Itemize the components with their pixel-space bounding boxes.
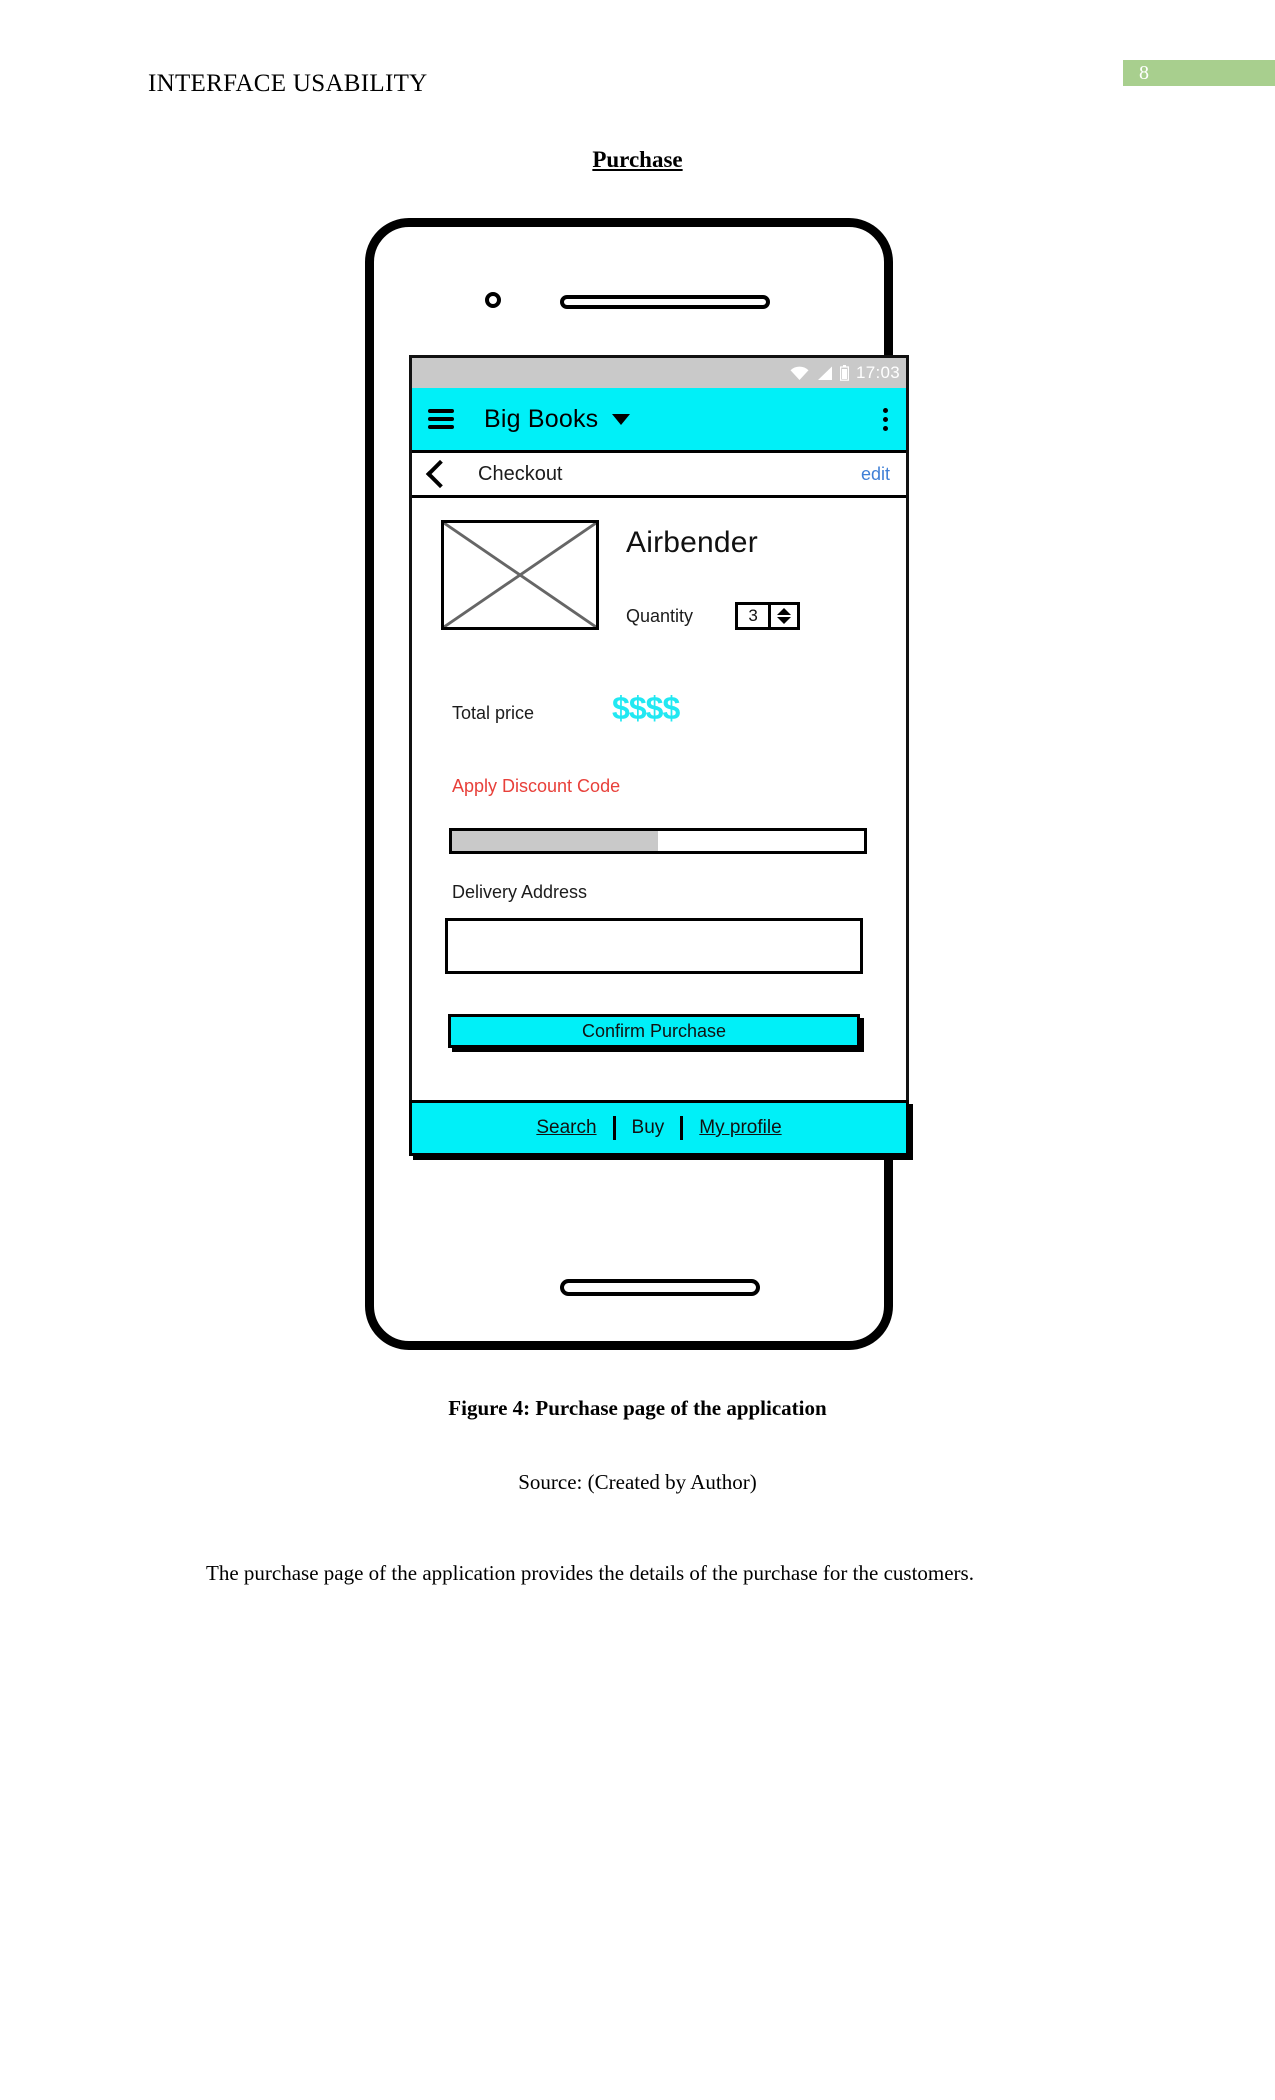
discount-input-fill bbox=[452, 831, 658, 851]
battery-icon bbox=[839, 365, 849, 381]
app-bar: Big Books bbox=[412, 388, 906, 450]
figure-source: Source: (Created by Author) bbox=[518, 1470, 757, 1494]
checkout-title: Checkout bbox=[478, 462, 563, 485]
product-summary: Airbender Quantity 3 bbox=[412, 520, 906, 670]
checkout-sub-bar: Checkout edit bbox=[412, 450, 906, 498]
page-header: INTERFACE USABILITY 8 bbox=[0, 0, 1275, 120]
phone-frame: 17:03 Big Books Checkout edit Airbender … bbox=[365, 218, 909, 1350]
signal-icon bbox=[817, 366, 832, 380]
product-name: Airbender bbox=[626, 526, 758, 559]
body-paragraph: The purchase page of the application pro… bbox=[206, 1561, 974, 1585]
delivery-address-input[interactable] bbox=[445, 918, 863, 974]
page-number: 8 bbox=[1139, 62, 1149, 84]
section-title: Purchase bbox=[592, 147, 683, 172]
total-price-value: $$$$ bbox=[612, 690, 680, 726]
overflow-menu-icon[interactable] bbox=[883, 407, 888, 431]
quantity-stepper-arrows[interactable] bbox=[768, 605, 797, 627]
discount-code-input[interactable] bbox=[449, 828, 867, 854]
nav-item-buy[interactable]: Buy bbox=[616, 1117, 681, 1139]
nav-item-my-profile[interactable]: My profile bbox=[683, 1117, 797, 1139]
delivery-address-label: Delivery Address bbox=[452, 882, 588, 902]
total-price-label: Total price bbox=[452, 703, 535, 723]
arrow-down-icon[interactable] bbox=[777, 617, 792, 624]
quantity-row: Quantity 3 bbox=[626, 602, 801, 630]
front-camera-icon bbox=[485, 292, 501, 308]
wifi-icon bbox=[790, 366, 809, 380]
checkout-content: Airbender Quantity 3 Total price $$$$ Ap… bbox=[409, 498, 909, 1156]
status-bar: 17:03 bbox=[412, 358, 906, 388]
arrow-up-icon[interactable] bbox=[777, 608, 792, 615]
status-bar-icons bbox=[790, 365, 849, 381]
app-bar-title: Big Books bbox=[484, 404, 599, 433]
bottom-navigation-bar: Search Buy My profile bbox=[409, 1100, 909, 1156]
edit-link[interactable]: edit bbox=[861, 464, 890, 485]
phone-mockup-figure: 17:03 Big Books Checkout edit Airbender … bbox=[357, 218, 917, 1358]
chevron-down-icon[interactable] bbox=[612, 413, 631, 425]
home-button[interactable] bbox=[560, 1279, 760, 1296]
running-header-title: INTERFACE USABILITY bbox=[148, 70, 428, 97]
status-bar-clock: 17:03 bbox=[855, 363, 900, 382]
phone-screen: 17:03 Big Books Checkout edit Airbender … bbox=[409, 355, 909, 1156]
back-chevron-icon[interactable] bbox=[425, 459, 455, 489]
confirm-purchase-button[interactable]: Confirm Purchase bbox=[448, 1014, 860, 1048]
figure-caption: Figure 4: Purchase page of the applicati… bbox=[448, 1396, 827, 1420]
quantity-stepper[interactable]: 3 bbox=[735, 602, 801, 630]
apply-discount-code-label[interactable]: Apply Discount Code bbox=[452, 776, 620, 797]
earpiece-speaker-icon bbox=[560, 295, 770, 309]
quantity-value[interactable]: 3 bbox=[738, 605, 768, 627]
page-number-banner: 8 bbox=[1123, 60, 1275, 86]
quantity-label: Quantity bbox=[626, 605, 694, 626]
nav-item-search[interactable]: Search bbox=[520, 1117, 612, 1139]
total-price-row: Total price $$$$ bbox=[452, 690, 872, 727]
hamburger-icon[interactable] bbox=[428, 409, 454, 429]
image-placeholder-icon bbox=[441, 520, 599, 630]
